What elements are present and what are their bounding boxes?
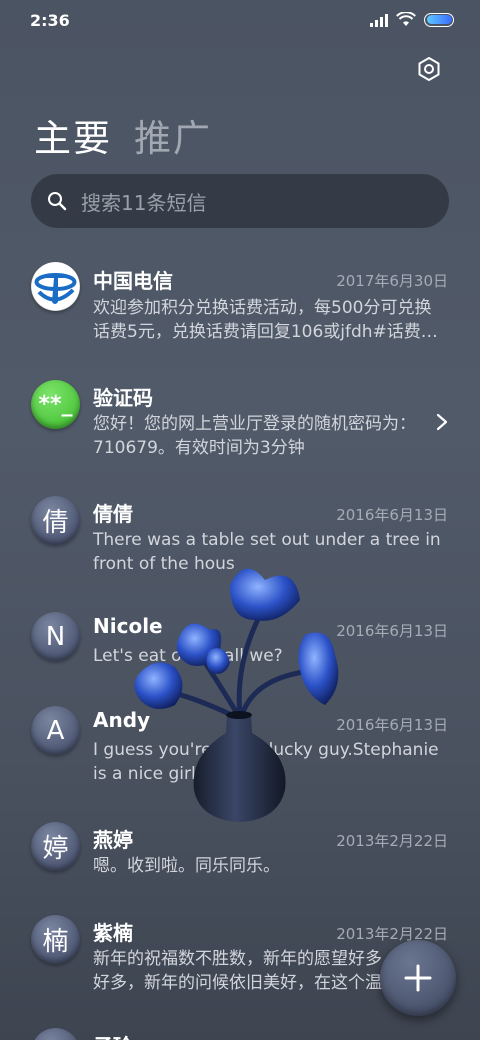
message-preview: 欢迎参加积分兑换话费活动，每500分可兑换话费5元，兑换话费请回复106或jfd… xyxy=(93,298,438,342)
contact-name: Andy xyxy=(93,708,151,732)
message-preview: Let's eat out,shall we? xyxy=(93,646,283,666)
message-date: 2013年2月22日 xyxy=(336,925,448,943)
wifi-icon xyxy=(396,12,416,26)
flower-vase-decoration xyxy=(134,568,339,822)
message-date: 2016年6月13日 xyxy=(336,506,448,524)
new-message-button[interactable] xyxy=(380,940,456,1016)
avatar: **_ xyxy=(31,380,80,429)
message-preview: There was a table set out under a tree i… xyxy=(93,530,441,574)
avatar: 楠 xyxy=(31,915,80,964)
chevron-right-icon[interactable] xyxy=(436,413,448,431)
tab-main[interactable]: 主要 xyxy=(34,108,112,162)
status-time: 2:36 xyxy=(30,11,70,30)
message-preview: 您好！您的网上营业厅登录的随机密码为：710679。有效时间为3分钟 xyxy=(93,414,416,458)
search-icon xyxy=(48,192,67,211)
contact-name: 燕婷 xyxy=(93,828,133,852)
avatar xyxy=(31,1028,80,1040)
contact-name: 验证码 xyxy=(93,386,153,410)
status-icons xyxy=(370,12,454,27)
avatar: 婷 xyxy=(31,822,80,871)
message-date: 2013年2月22日 xyxy=(336,832,448,850)
message-preview: 嗯。收到啦。同乐同乐。 xyxy=(93,856,280,876)
battery-icon xyxy=(424,12,454,27)
avatar: 倩 xyxy=(31,496,80,545)
contact-name: Nicole xyxy=(93,614,163,638)
signal-icon xyxy=(370,13,388,27)
contact-name: 倩倩 xyxy=(93,502,133,526)
telecom-logo-icon xyxy=(31,262,80,311)
contact-name: 中国电信 xyxy=(93,269,173,293)
message-date: 2017年6月30日 xyxy=(336,272,448,290)
status-bar: 2:36 xyxy=(0,0,480,40)
tab-promotion[interactable]: 推广 xyxy=(134,108,212,162)
message-date: 2016年6月13日 xyxy=(336,622,448,640)
message-preview: 新年的祝福数不胜数，新年的愿望好多好多，新年的问候依旧美好，在这个温馨的日子 xyxy=(93,949,382,993)
tab-bar: 主要 推广 xyxy=(34,108,212,162)
search-placeholder: 搜索11条短信 xyxy=(81,190,207,215)
avatar: A xyxy=(31,706,80,755)
message-preview: I guess you're some lucky guy.Stephanie … xyxy=(93,740,439,784)
settings-icon[interactable] xyxy=(416,56,442,82)
contact-name: 紫楠 xyxy=(93,921,133,945)
avatar: N xyxy=(31,612,80,661)
contact-name: 子玲 xyxy=(93,1030,133,1040)
search-bar[interactable]: 搜索11条短信 xyxy=(31,174,449,228)
message-date: 2016年6月13日 xyxy=(336,716,448,734)
plus-icon xyxy=(404,964,432,992)
